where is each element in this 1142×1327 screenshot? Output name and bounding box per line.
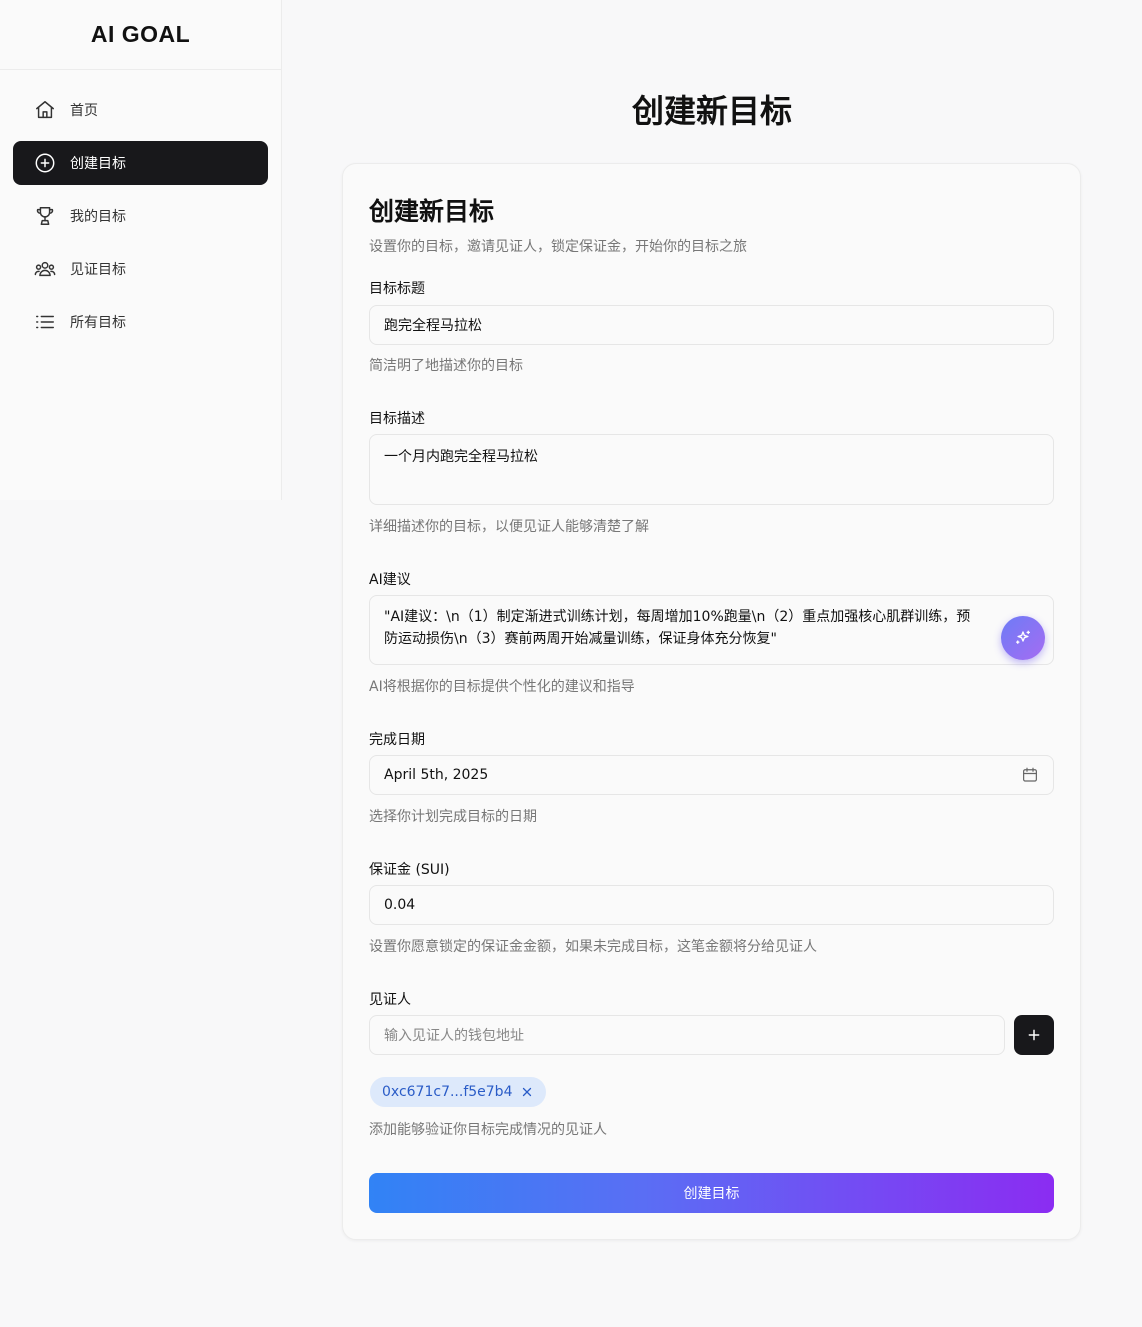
sidebar-nav: 首页 创建目标 我的目标 见证目标 所有目标 [0,70,281,371]
add-witness-button[interactable] [1014,1015,1054,1055]
ai-suggestion-textarea[interactable]: "AI建议：\n（1）制定渐进式训练计划，每周增加10%跑量\n（2）重点加强核… [369,595,1054,665]
list-icon [33,310,57,334]
calendar-icon [1023,767,1037,782]
users-icon [33,257,57,281]
sidebar-item-create-goal[interactable]: 创建目标 [13,141,268,185]
goal-desc-label: 目标描述 [369,411,425,427]
create-goal-card: 创建新目标 设置你的目标，邀请见证人，锁定保证金，开始你的目标之旅 目标标题 跑… [342,163,1081,1240]
sidebar-item-label: 所有目标 [70,315,126,331]
trophy-icon [33,204,57,228]
sidebar-item-witness-goals[interactable]: 见证目标 [13,247,268,291]
witness-placeholder: 输入见证人的钱包地址 [384,1028,524,1044]
date-picker[interactable]: April 5th, 2025 [369,755,1054,795]
goal-desc-textarea[interactable]: 一个月内跑完全程马拉松 [369,434,1054,505]
ai-suggestion-value: "AI建议：\n（1）制定渐进式训练计划，每周增加10%跑量\n（2）重点加强核… [384,609,971,647]
goal-desc-help: 详细描述你的目标，以便见证人能够清楚了解 [369,519,649,535]
deposit-input[interactable]: 0.04 [369,885,1054,925]
sidebar-item-label: 我的目标 [70,209,126,225]
deposit-help: 设置你愿意锁定的保证金金额，如果未完成目标，这笔金额将分给见证人 [369,939,817,955]
sidebar-item-my-goals[interactable]: 我的目标 [13,194,268,238]
ai-suggestion-label: AI建议 [369,572,411,588]
page-title: 创建新目标 [631,92,792,130]
witness-address-input[interactable]: 输入见证人的钱包地址 [369,1015,1005,1055]
card-subtitle: 设置你的目标，邀请见证人，锁定保证金，开始你的目标之旅 [369,239,747,255]
date-help: 选择你计划完成目标的日期 [369,809,537,825]
witness-help: 添加能够验证你目标完成情况的见证人 [369,1122,607,1138]
create-goal-button[interactable]: 创建目标 [369,1173,1054,1213]
witness-label: 见证人 [369,992,411,1008]
remove-witness-icon[interactable] [520,1085,534,1099]
date-label: 完成日期 [369,732,425,748]
goal-title-value: 跑完全程马拉松 [384,318,482,334]
deposit-value: 0.04 [384,897,416,913]
goal-title-label: 目标标题 [369,281,425,297]
sidebar-item-label: 见证目标 [70,262,126,278]
sidebar-item-label: 创建目标 [70,156,126,172]
deposit-label: 保证金 (SUI) [369,862,450,878]
plus-circle-icon [33,151,57,175]
goal-title-help: 简洁明了地描述你的目标 [369,358,523,374]
plus-icon [1028,1029,1040,1041]
home-icon [33,98,57,122]
sidebar-item-all-goals[interactable]: 所有目标 [13,300,268,344]
witness-chip: 0xc671c7...f5e7b4 [370,1077,547,1107]
card-title: 创建新目标 [369,197,495,226]
ai-generate-button[interactable] [1001,616,1045,660]
ai-suggestion-help: AI将根据你的目标提供个性化的建议和指导 [369,679,635,695]
sidebar-item-home[interactable]: 首页 [13,88,268,132]
goal-title-input[interactable]: 跑完全程马拉松 [369,305,1054,345]
witness-chip-address: 0xc671c7...f5e7b4 [382,1084,513,1100]
sparkle-icon [1015,630,1031,644]
brand-logo[interactable]: AI GOAL [0,0,281,70]
sidebar-item-label: 首页 [70,103,98,119]
sidebar: AI GOAL 首页 创建目标 我的目标 见证目标 所有目标 [0,0,282,500]
goal-desc-value: 一个月内跑完全程马拉松 [384,449,538,465]
date-value: April 5th, 2025 [384,767,489,783]
